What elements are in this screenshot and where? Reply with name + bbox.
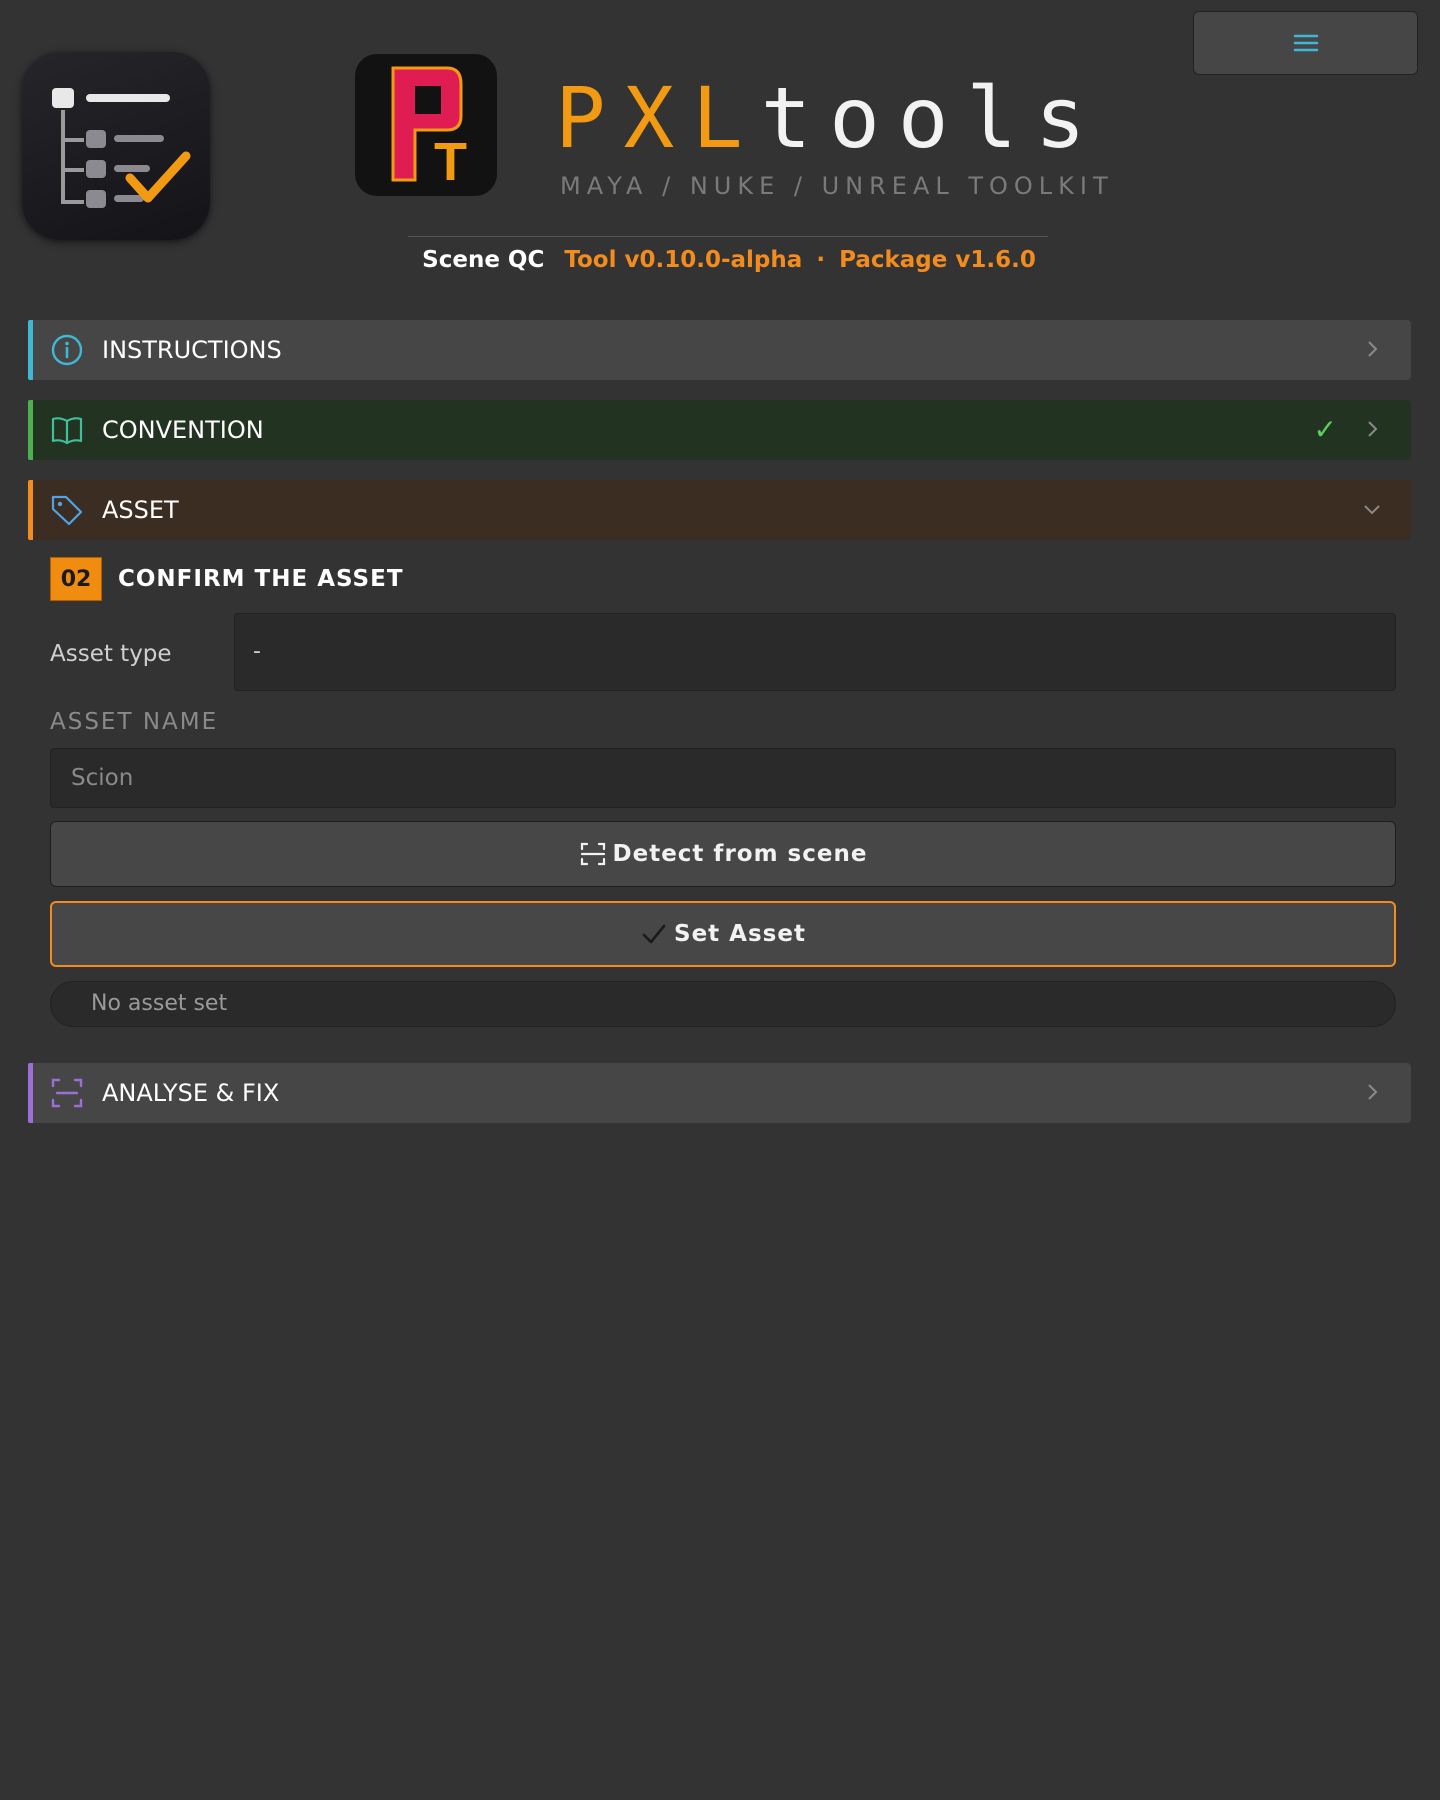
pxltools-logo-badge: T: [355, 54, 497, 196]
scan-icon: [51, 1078, 83, 1108]
header-divider: [408, 236, 1048, 237]
version-line: Scene QC Tool v0.10.0-alpha · Package v1…: [0, 244, 1440, 276]
chevron-right-icon[interactable]: [1361, 338, 1383, 360]
checklist-icon: [52, 88, 191, 208]
step-title: CONFIRM THE ASSET: [118, 566, 404, 592]
app-name: Scene QC: [422, 247, 545, 273]
logo-t-letter: T: [434, 132, 467, 192]
asset-name-label: ASSET NAME: [50, 709, 219, 735]
asset-status-text: No asset set: [50, 981, 1396, 1027]
tag-icon: [51, 495, 83, 526]
brand-title: PXLtools: [555, 68, 1104, 168]
section-convention[interactable]: CONVENTION ✓: [28, 400, 1411, 460]
pt-logo: T: [391, 66, 467, 192]
section-accent-bar: [28, 400, 33, 460]
asset-name-input[interactable]: [50, 748, 1396, 808]
section-instructions[interactable]: INSTRUCTIONS: [28, 320, 1411, 380]
section-analyse-fix-label: ANALYSE & FIX: [102, 1079, 280, 1107]
scene-qc-app-icon: [22, 52, 210, 240]
version-separator: ·: [816, 247, 826, 273]
section-asset[interactable]: ASSET: [28, 480, 1411, 540]
convention-done-check-icon: ✓: [1313, 413, 1337, 446]
section-accent-bar: [28, 1063, 33, 1123]
section-analyse-fix[interactable]: ANALYSE & FIX: [28, 1063, 1411, 1123]
set-asset-label: Set Asset: [674, 921, 806, 947]
scan-icon: [580, 842, 605, 866]
chevron-down-icon[interactable]: [1361, 498, 1383, 520]
tool-version: Tool v0.10.0-alpha: [564, 247, 803, 273]
info-circle-icon: [51, 334, 83, 366]
menu-button[interactable]: [1193, 11, 1418, 75]
section-accent-bar: [28, 480, 33, 540]
brand-title-pxl: PXL: [555, 69, 761, 167]
checkmark-icon: [642, 924, 666, 944]
package-version: Package v1.6.0: [839, 247, 1036, 273]
asset-type-select[interactable]: -: [234, 613, 1396, 691]
hamburger-menu-icon: [1293, 34, 1318, 52]
section-accent-bar: [28, 320, 33, 380]
chevron-right-icon[interactable]: [1361, 418, 1383, 440]
section-asset-label: ASSET: [102, 496, 179, 524]
chevron-right-icon[interactable]: [1361, 1081, 1383, 1103]
detect-from-scene-label: Detect from scene: [612, 841, 868, 867]
brand-title-tools: tools: [760, 69, 1104, 167]
detect-from-scene-button[interactable]: Detect from scene: [50, 821, 1396, 887]
brand-subtitle: MAYA / NUKE / UNREAL TOOLKIT: [560, 172, 1114, 200]
step-number-badge: 02: [50, 557, 102, 601]
book-icon: [51, 417, 83, 445]
section-instructions-label: INSTRUCTIONS: [102, 336, 282, 364]
section-convention-label: CONVENTION: [102, 416, 264, 444]
set-asset-button[interactable]: Set Asset: [50, 901, 1396, 967]
asset-type-label: Asset type: [50, 641, 172, 667]
